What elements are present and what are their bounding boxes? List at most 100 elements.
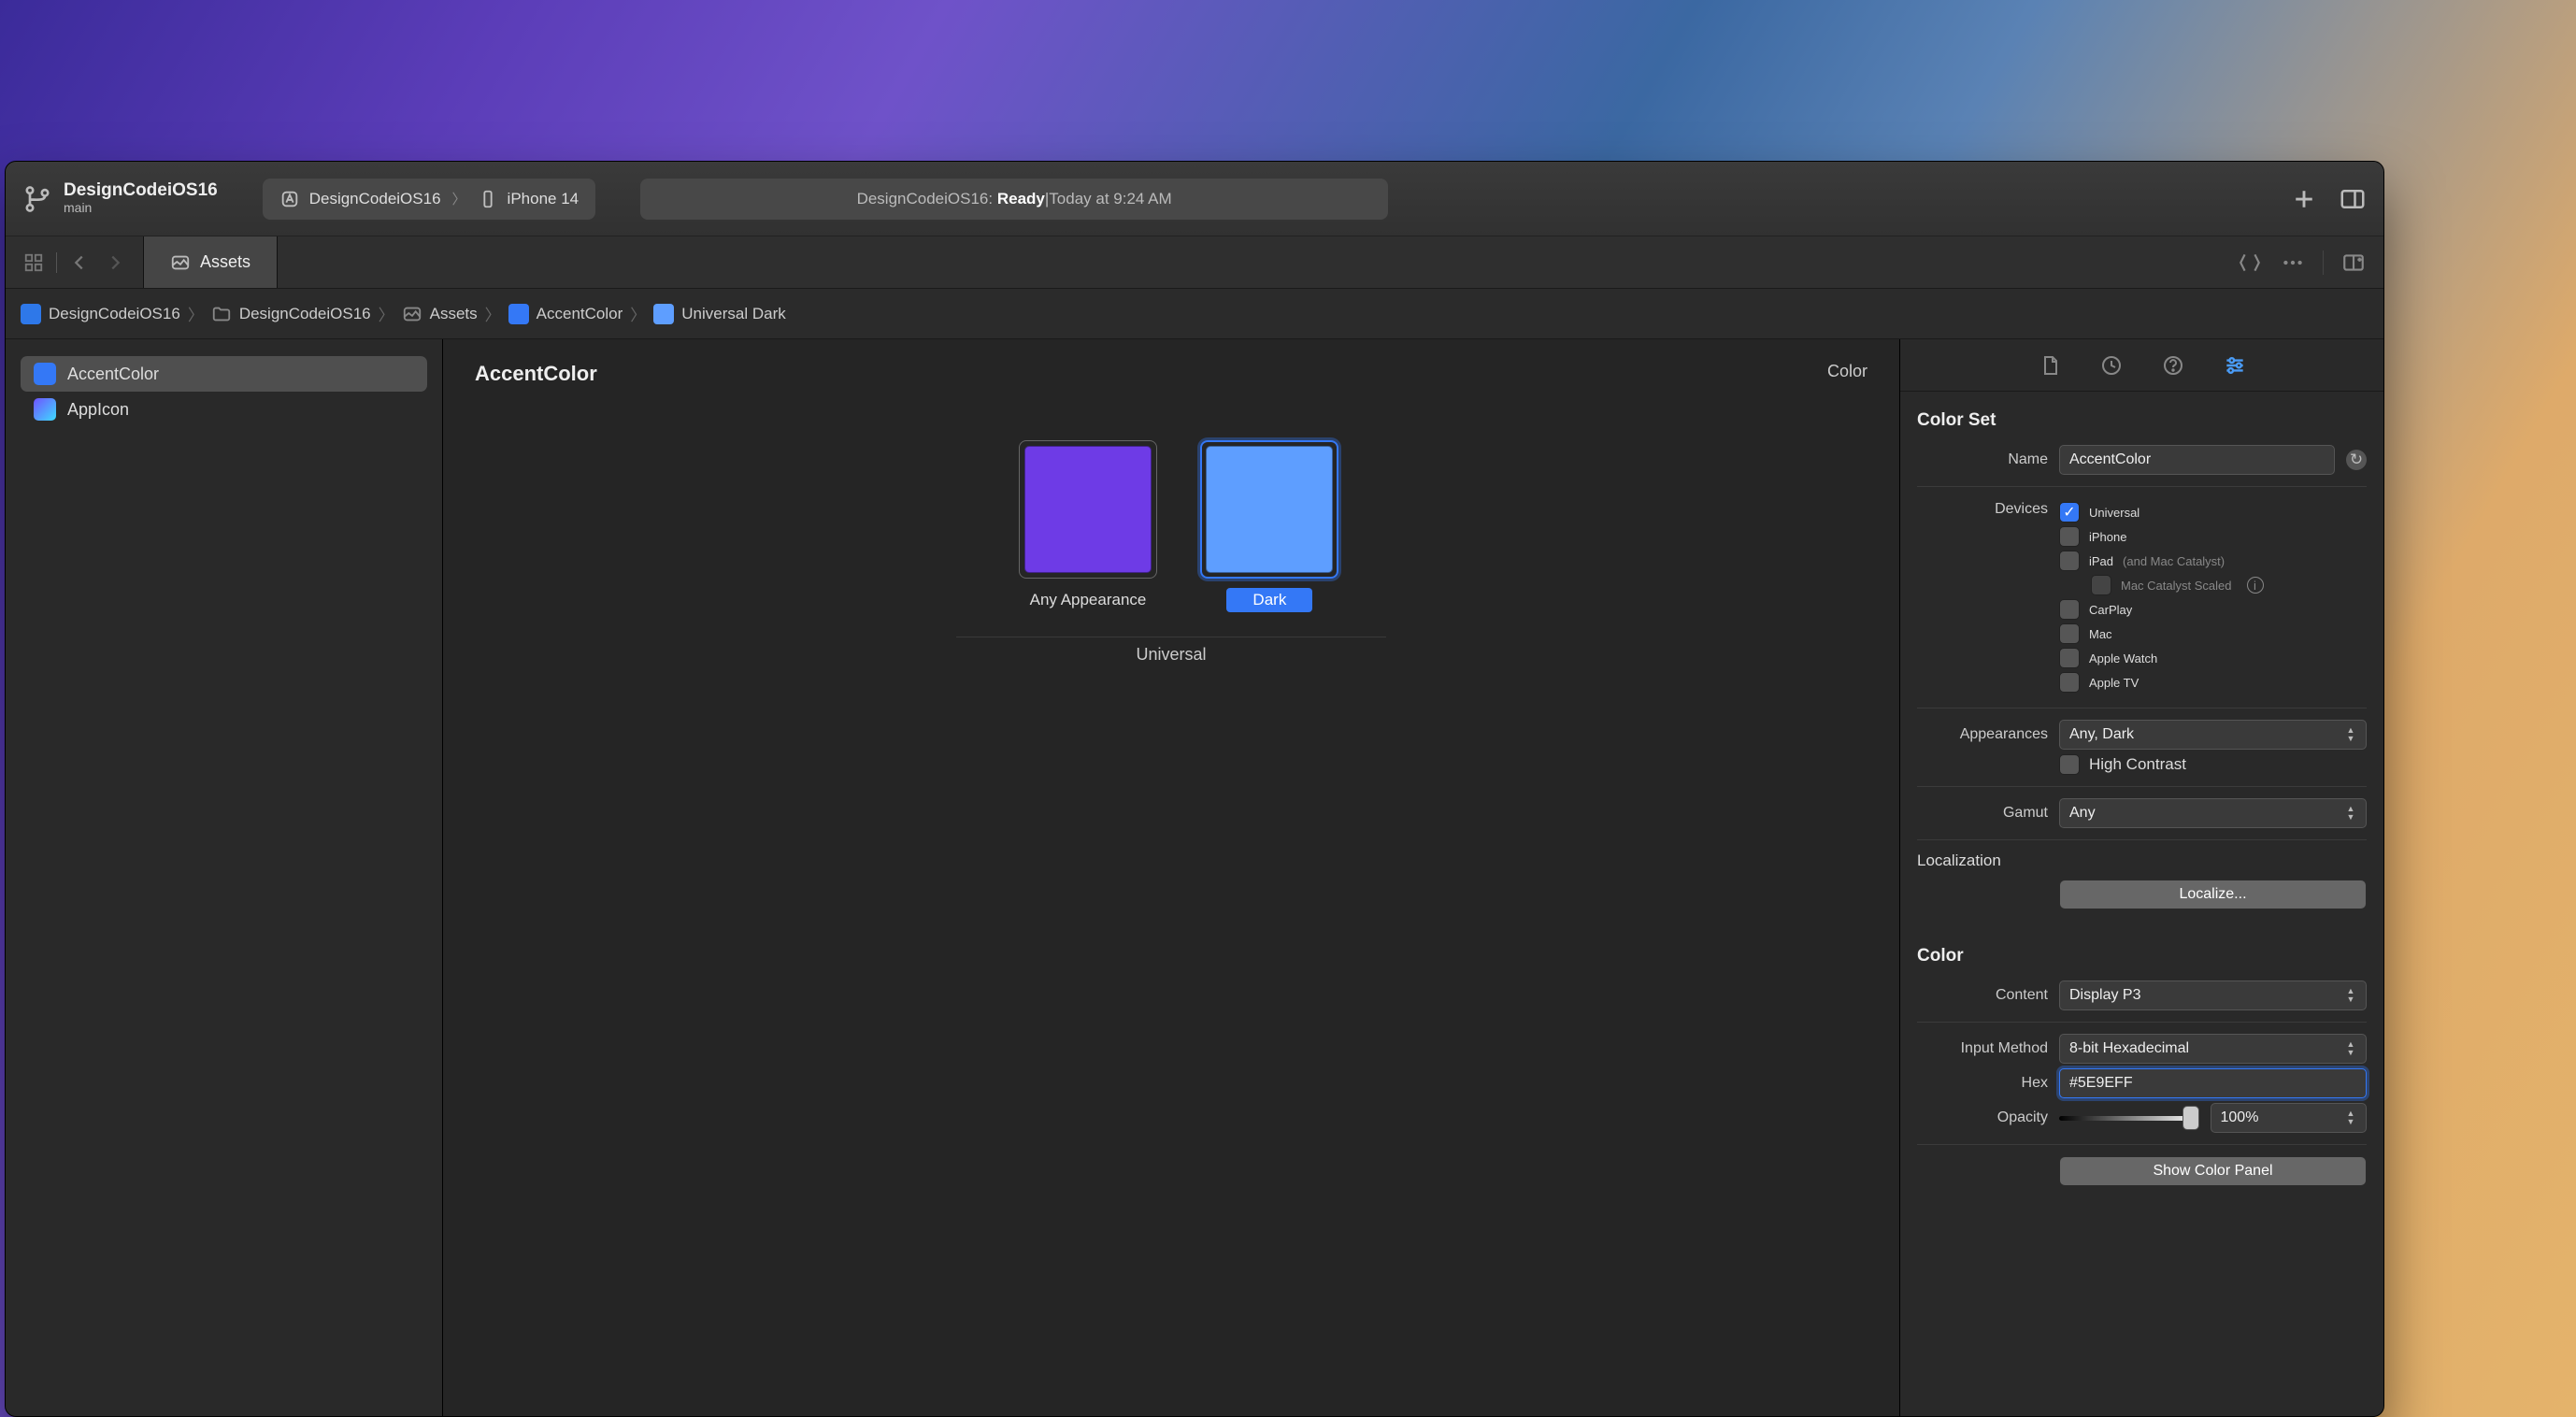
gamut-label: Gamut	[1917, 805, 2048, 822]
stepper-icon: ▲▼	[2341, 726, 2360, 743]
scheme-selector[interactable]: DesignCodeiOS16 〉 iPhone 14	[263, 179, 595, 220]
swatch-color-any	[1024, 446, 1152, 573]
section-color-set: Color Set	[1917, 405, 2367, 440]
name-field[interactable]	[2059, 445, 2335, 475]
editor-options-button[interactable]	[2280, 250, 2306, 276]
swatch-group-label: Universal	[956, 637, 1386, 665]
checkbox-icon	[2091, 575, 2111, 595]
checkbox-label: Apple TV	[2089, 676, 2139, 690]
localization-label: Localization	[1917, 852, 2367, 870]
sidebar-item-accentcolor[interactable]: AccentColor	[21, 356, 427, 392]
select-value: Any, Dark	[2069, 726, 2134, 743]
inspector-tab-attributes[interactable]	[2221, 351, 2249, 379]
inspector-tab-file[interactable]	[2036, 351, 2064, 379]
high-contrast-checkbox[interactable]: High Contrast	[1917, 754, 2367, 775]
hex-field[interactable]	[2059, 1068, 2367, 1098]
project-name: DesignCodeiOS16	[64, 181, 218, 201]
crumb-assets[interactable]: Assets 〉	[402, 302, 501, 325]
swatch-any-appearance[interactable]: Any Appearance	[1004, 440, 1173, 612]
checkbox-label: CarPlay	[2089, 603, 2132, 617]
editor-title: AccentColor	[475, 362, 597, 386]
checkbox-label: Mac	[2089, 627, 2112, 641]
branch-switcher[interactable]: DesignCodeiOS16 main	[22, 181, 218, 215]
inspector-tab-history[interactable]	[2097, 351, 2125, 379]
opacity-label: Opacity	[1917, 1109, 2048, 1126]
toggle-inspector-button[interactable]	[2339, 185, 2367, 213]
crumb-label: DesignCodeiOS16	[239, 305, 371, 323]
device-ipad[interactable]: iPad (and Mac Catalyst)	[2059, 551, 2367, 571]
checkbox-icon: ✓	[2059, 502, 2080, 522]
swatch-label: Dark	[1226, 588, 1312, 612]
sidebar-item-appicon[interactable]: AppIcon	[21, 392, 427, 427]
checkbox-label: Universal	[2089, 506, 2140, 520]
swatch-label: Any Appearance	[1004, 588, 1173, 612]
swatch-row: Any Appearance Dark	[993, 429, 1351, 623]
device-mac[interactable]: Mac	[2059, 623, 2367, 644]
inspector-tab-bar	[1900, 339, 2383, 392]
select-value: Any	[2069, 805, 2096, 822]
app-target-icon	[279, 189, 300, 209]
nav-back-button[interactable]	[66, 250, 93, 276]
crumb-variant[interactable]: Universal Dark	[653, 304, 785, 324]
crumb-accentcolor[interactable]: AccentColor 〉	[508, 302, 647, 325]
chevron-right-icon: 〉	[452, 189, 466, 208]
content-label: Content	[1917, 987, 2048, 1004]
checkbox-label: iPhone	[2089, 530, 2126, 544]
chevron-right-icon: 〉	[630, 302, 646, 325]
stepper-icon: ▲▼	[2341, 805, 2360, 822]
assets-icon	[402, 304, 422, 324]
chevron-right-icon: 〉	[379, 302, 394, 325]
crumb-project[interactable]: DesignCodeiOS16 〉	[21, 302, 204, 325]
localize-button[interactable]: Localize...	[2059, 880, 2367, 909]
device-mac-catalyst-scaled[interactable]: Mac Catalyst Scaled i	[2059, 575, 2367, 595]
project-icon	[21, 304, 41, 324]
select-value: 8-bit Hexadecimal	[2069, 1040, 2189, 1057]
checkbox-label: iPad	[2089, 554, 2113, 568]
device-universal[interactable]: ✓ Universal	[2059, 502, 2367, 522]
slider-thumb[interactable]	[2182, 1106, 2199, 1130]
device-iphone[interactable]: iPhone	[2059, 526, 2367, 547]
related-items-button[interactable]	[21, 250, 47, 276]
tab-nav-group	[6, 236, 144, 288]
show-color-panel-button[interactable]: Show Color Panel	[2059, 1156, 2367, 1186]
breadcrumb-bar: DesignCodeiOS16 〉 DesignCodeiOS16 〉 Asse…	[6, 289, 2383, 339]
chevron-right-icon: 〉	[485, 302, 501, 325]
content-select[interactable]: Display P3 ▲▼	[2059, 980, 2367, 1010]
outline-sidebar: AccentColor AppIcon	[6, 339, 443, 1416]
opacity-slider[interactable]	[2059, 1116, 2199, 1121]
scheme-device: iPhone 14	[508, 190, 580, 208]
crumb-folder[interactable]: DesignCodeiOS16 〉	[211, 302, 394, 325]
editor-kind-label: Color	[1827, 362, 1868, 386]
input-method-select[interactable]: 8-bit Hexadecimal ▲▼	[2059, 1034, 2367, 1064]
reset-name-button[interactable]: ↻	[2346, 450, 2367, 470]
checkbox-icon	[2059, 648, 2080, 668]
tab-assets[interactable]: Assets	[144, 236, 278, 288]
crumb-label: Assets	[430, 305, 478, 323]
stepper-icon: ▲▼	[2341, 1040, 2360, 1057]
checkbox-icon	[2059, 754, 2080, 775]
input-method-label: Input Method	[1917, 1040, 2048, 1057]
add-editor-button[interactable]	[2340, 250, 2367, 276]
inspector-tab-help[interactable]	[2159, 351, 2187, 379]
appearances-select[interactable]: Any, Dark ▲▼	[2059, 720, 2367, 750]
code-review-button[interactable]	[2237, 250, 2263, 276]
info-icon[interactable]: i	[2247, 577, 2264, 594]
branch-name: main	[64, 201, 218, 215]
asset-editor: AccentColor Color Any Appearance Dark U	[443, 339, 1899, 1416]
add-tab-button[interactable]	[2290, 185, 2318, 213]
checkbox-note: (and Mac Catalyst)	[2123, 554, 2225, 568]
nav-forward-button[interactable]	[102, 250, 128, 276]
swatch-dark[interactable]: Dark	[1200, 440, 1338, 612]
gamut-select[interactable]: Any ▲▼	[2059, 798, 2367, 828]
sidebar-item-label: AppIcon	[67, 400, 129, 420]
device-carplay[interactable]: CarPlay	[2059, 599, 2367, 620]
main-split: AccentColor AppIcon AccentColor Color An…	[6, 339, 2383, 1416]
device-apple-watch[interactable]: Apple Watch	[2059, 648, 2367, 668]
opacity-value-stepper[interactable]: 100% ▲▼	[2211, 1103, 2368, 1133]
status-bar[interactable]: DesignCodeiOS16: Ready | Today at 9:24 A…	[640, 179, 1388, 220]
scheme-project: DesignCodeiOS16	[309, 190, 441, 208]
stepper-icon: ▲▼	[2341, 987, 2360, 1004]
select-value: Display P3	[2069, 987, 2140, 1004]
device-apple-tv[interactable]: Apple TV	[2059, 672, 2367, 693]
tab-bar: Assets	[6, 236, 2383, 289]
